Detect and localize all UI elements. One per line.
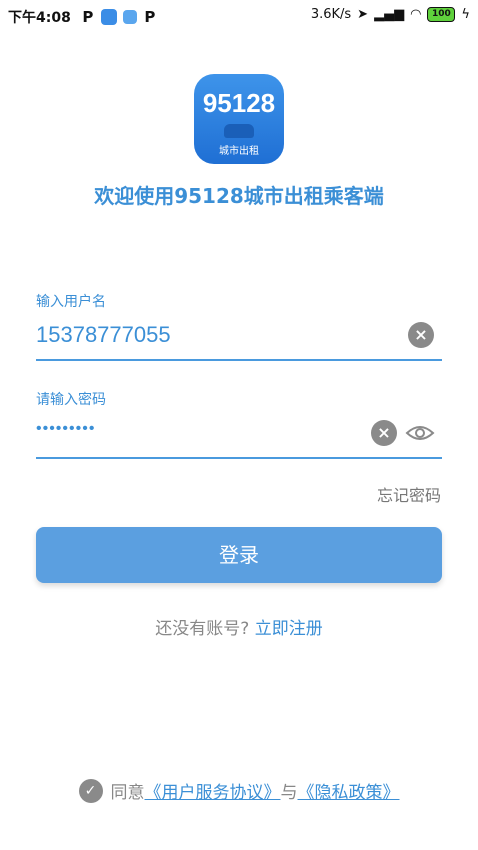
app-logo: 95128 城市出租 bbox=[194, 74, 284, 164]
privacy-policy-link[interactable]: 《隐私政策》 bbox=[298, 778, 400, 803]
charging-icon: ϟ bbox=[461, 7, 470, 22]
app-notification-icon bbox=[100, 9, 117, 25]
agreement-line: ✓ 同意 《用户服务协议》 与 《隐私政策》 bbox=[0, 778, 478, 803]
show-password-icon[interactable] bbox=[405, 423, 435, 443]
forgot-password-link[interactable]: 忘记密码 bbox=[377, 482, 441, 506]
username-label: 输入用户名 bbox=[36, 294, 106, 310]
status-left: 下午4:08 P P bbox=[8, 7, 157, 27]
username-clear-icon[interactable]: × bbox=[408, 322, 434, 348]
user-agreement-link[interactable]: 《用户服务协议》 bbox=[145, 778, 281, 803]
agree-text: 同意 bbox=[110, 783, 145, 803]
register-line: 还没有账号? 立即注册 bbox=[0, 614, 478, 639]
signal-icon: ▂▄▆ bbox=[374, 7, 405, 22]
register-link[interactable]: 立即注册 bbox=[255, 619, 323, 639]
and-text: 与 bbox=[280, 783, 298, 803]
agree-checkbox-icon[interactable]: ✓ bbox=[78, 778, 103, 803]
welcome-title: 欢迎使用95128城市出租乘客端 bbox=[94, 184, 384, 208]
app-notification-icon-2 bbox=[122, 10, 137, 24]
battery-icon: 100 bbox=[427, 7, 456, 22]
parking-notification-icon: P bbox=[82, 8, 94, 26]
status-right: 3.6K/s ➤ ▂▄▆ ◠ 100 ϟ bbox=[311, 7, 470, 22]
password-label: 请输入密码 bbox=[36, 392, 106, 408]
taxi-icon bbox=[224, 124, 254, 138]
parking-notification-icon-2: P bbox=[144, 8, 156, 26]
logo-number: 95128 bbox=[202, 88, 276, 118]
password-underline bbox=[36, 457, 442, 459]
username-underline bbox=[36, 359, 442, 361]
status-time: 下午4:08 bbox=[8, 10, 71, 26]
username-input[interactable]: 15378777055 bbox=[36, 322, 171, 348]
status-bar: 下午4:08 P P 3.6K/s ➤ ▂▄▆ ◠ 100 ϟ bbox=[0, 0, 478, 32]
network-speed: 3.6K/s bbox=[310, 7, 352, 22]
password-input[interactable]: ••••••••• bbox=[36, 420, 95, 438]
password-clear-icon[interactable]: × bbox=[371, 420, 397, 446]
location-icon: ➤ bbox=[357, 7, 369, 22]
login-button[interactable]: 登录 bbox=[36, 527, 442, 583]
logo-subtitle: 城市出租 bbox=[219, 146, 259, 157]
register-prompt: 还没有账号? bbox=[155, 619, 250, 639]
wifi-icon: ◠ bbox=[410, 7, 422, 22]
